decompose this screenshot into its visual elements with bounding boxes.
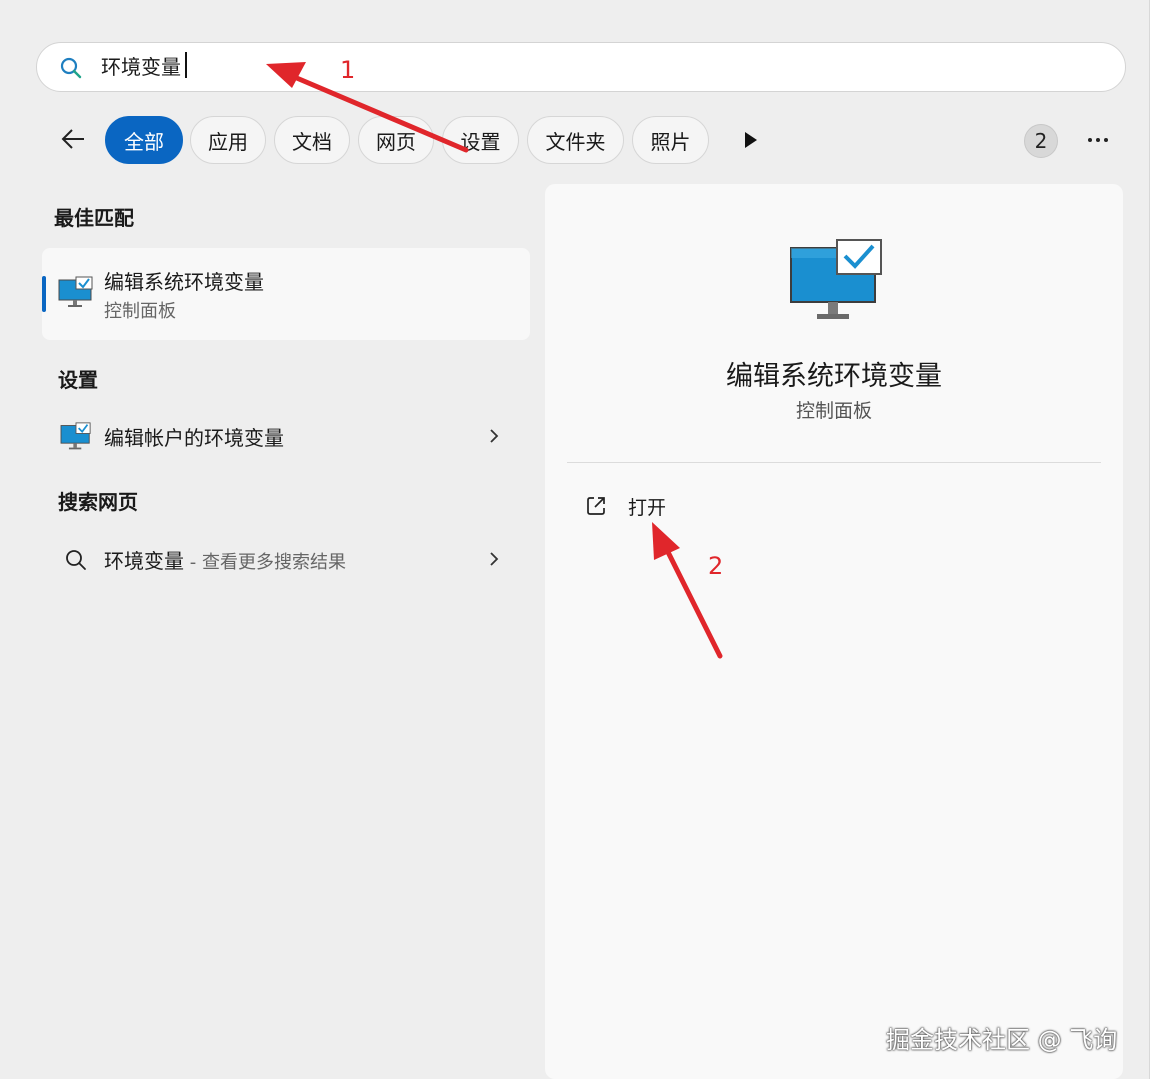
search-window: 全部 应用 文档 网页 设置 文件夹 照片 2 最佳匹配 编辑系统环境变量 控制…: [0, 0, 1150, 1079]
annotation-label-1: 1: [340, 56, 356, 84]
annotation-arrows: [266, 62, 723, 659]
annotation-arrow-1: [266, 62, 469, 153]
annotation-arrow-2: [652, 522, 723, 659]
watermark: 掘金技术社区 @ 飞询: [886, 1026, 1118, 1054]
annotation-label-2: 2: [708, 552, 724, 580]
